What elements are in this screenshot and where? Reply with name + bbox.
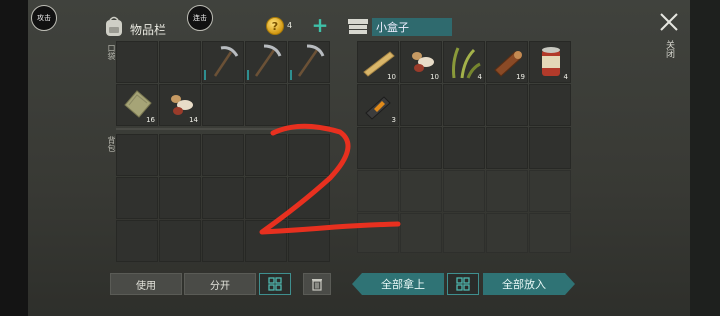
box-slot-8[interactable] [443, 84, 485, 126]
section-divider [116, 128, 330, 130]
pocket-slot-5[interactable] [288, 41, 330, 83]
use-button[interactable]: 使用 [110, 273, 182, 295]
box-slot-6[interactable]: 3 [357, 84, 399, 126]
item-quantity: 19 [516, 73, 525, 81]
backpack-icon [106, 16, 122, 36]
grid-icon [456, 277, 470, 291]
pocket-slot-9[interactable] [245, 84, 287, 126]
pickaxe-icon [254, 44, 282, 77]
container-title: 小盒子 [372, 18, 452, 36]
box-slot[interactable] [400, 213, 442, 253]
backpack-slot[interactable] [202, 134, 244, 176]
item-quantity: 4 [563, 73, 568, 81]
backpack-slot[interactable] [245, 177, 287, 219]
item-quantity: 10 [430, 73, 439, 81]
backpack-slot[interactable] [288, 177, 330, 219]
box-slot-3[interactable]: 4 [443, 41, 485, 83]
box-slot-4[interactable]: 19 [486, 41, 528, 83]
box-slot[interactable] [400, 170, 442, 212]
pocket-slot-8[interactable] [202, 84, 244, 126]
pocket-slot-7[interactable]: 14 [159, 84, 201, 126]
box-icon [348, 19, 368, 34]
pocket-slot-1[interactable] [116, 41, 158, 83]
right-screen-bezel [690, 0, 720, 316]
put-all-button-label: 全部放入 [502, 278, 546, 291]
box-slot[interactable] [486, 213, 528, 253]
box-slot-10[interactable] [529, 84, 571, 126]
box-slot-2[interactable]: 10 [400, 41, 442, 83]
item-quantity: 3 [391, 116, 396, 124]
attack-button[interactable]: 攻击 [31, 5, 57, 31]
backpack-slot[interactable] [159, 177, 201, 219]
combo-button[interactable]: 连击 [187, 5, 213, 31]
coin-count: 4 [287, 21, 293, 30]
pocket-slot-4[interactable] [245, 41, 287, 83]
take-all-button[interactable]: 全部拿上 [362, 273, 444, 295]
pocket-slot-2[interactable] [159, 41, 201, 83]
box-slot[interactable] [443, 127, 485, 169]
item-quantity: 14 [189, 116, 198, 124]
close-icon[interactable] [657, 10, 681, 34]
item-quantity: 4 [477, 73, 482, 81]
backpack-slot[interactable] [288, 220, 330, 262]
box-slot[interactable] [357, 127, 399, 169]
box-slot-9[interactable] [486, 84, 528, 126]
box-slot[interactable] [443, 213, 485, 253]
container-sort-button[interactable] [447, 273, 479, 295]
pocket-slot-3[interactable] [202, 41, 244, 83]
backpack-slot[interactable] [159, 220, 201, 262]
backpack-slot[interactable] [159, 134, 201, 176]
left-screen-bezel [0, 0, 28, 316]
box-slot[interactable] [529, 127, 571, 169]
close-label: 关闭 [664, 40, 674, 58]
add-coins-button[interactable]: + [311, 15, 329, 35]
box-slot[interactable] [357, 170, 399, 212]
backpack-slot[interactable] [202, 177, 244, 219]
durability-bar [247, 70, 249, 80]
coin-icon: ? [266, 17, 284, 35]
box-slot-7[interactable] [400, 84, 442, 126]
item-quantity: 16 [146, 116, 155, 124]
backpack-slot[interactable] [245, 220, 287, 262]
box-slot[interactable] [529, 170, 571, 212]
durability-bar [290, 70, 292, 80]
box-slot-5[interactable]: 4 [529, 41, 571, 83]
box-slot[interactable] [357, 213, 399, 253]
backpack-slot[interactable] [202, 220, 244, 262]
backpack-slot[interactable] [116, 177, 158, 219]
backpack-slot[interactable] [116, 220, 158, 262]
backpack-slot[interactable] [288, 134, 330, 176]
box-slot-1[interactable]: 10 [357, 41, 399, 83]
durability-bar [204, 70, 206, 80]
pocket-slot-6[interactable]: 16 [116, 84, 158, 126]
backpack-slot[interactable] [245, 134, 287, 176]
box-slot[interactable] [400, 127, 442, 169]
box-slot[interactable] [443, 170, 485, 212]
take-all-button-label: 全部拿上 [381, 278, 425, 291]
pickaxe-icon [297, 44, 325, 77]
grid-icon [268, 277, 282, 291]
split-button[interactable]: 分开 [184, 273, 256, 295]
use-button-label: 使用 [136, 280, 156, 292]
box-slot[interactable] [486, 127, 528, 169]
discard-button[interactable] [303, 273, 331, 295]
attack-button-label: 攻击 [37, 14, 51, 22]
pickaxe-icon [213, 46, 239, 77]
pocket-slot-10[interactable] [288, 84, 330, 126]
inventory-title: 物品栏 [130, 23, 167, 37]
item-quantity: 10 [387, 73, 396, 81]
inventory-sort-button[interactable] [259, 273, 291, 295]
box-slot[interactable] [486, 170, 528, 212]
split-button-label: 分开 [210, 280, 230, 292]
put-all-button[interactable]: 全部放入 [483, 273, 565, 295]
backpack-slot[interactable] [116, 134, 158, 176]
combo-button-label: 连击 [193, 14, 207, 22]
trash-icon [312, 279, 322, 291]
box-slot[interactable] [529, 213, 571, 253]
